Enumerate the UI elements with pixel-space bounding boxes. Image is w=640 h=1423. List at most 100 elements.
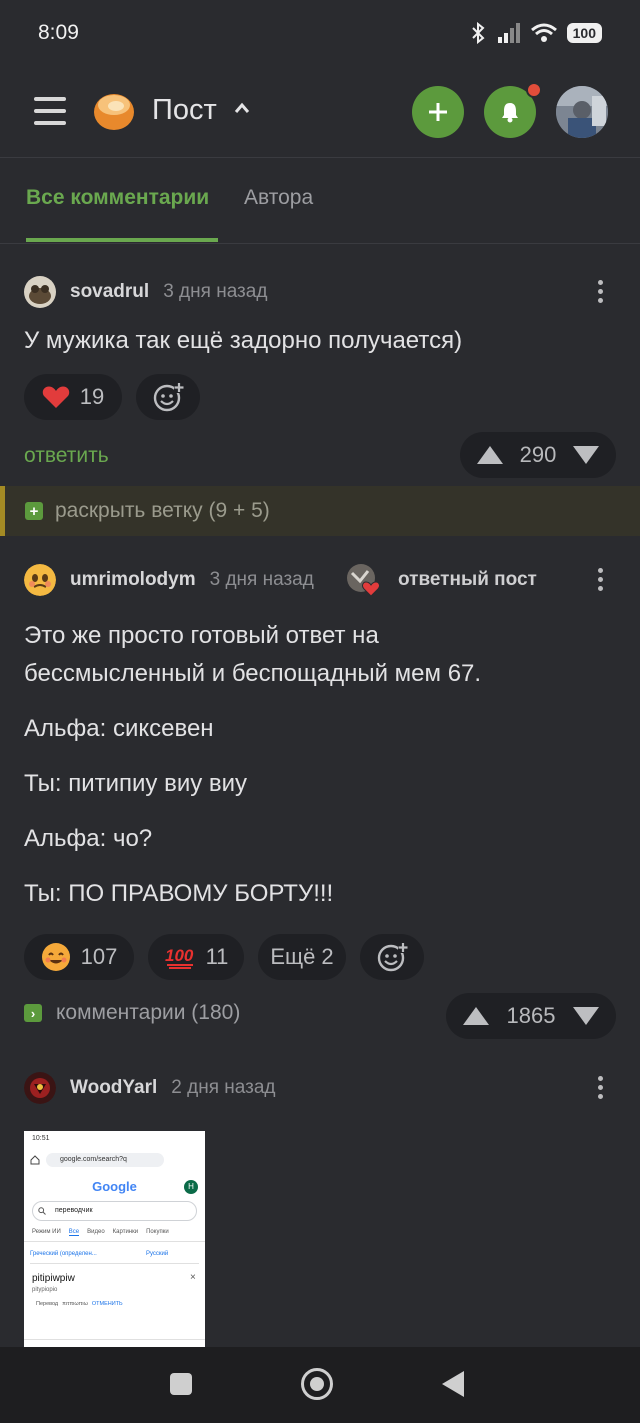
more-options-icon[interactable] [596, 280, 604, 308]
notification-badge [526, 82, 542, 98]
app-logo [94, 94, 134, 130]
comment-username[interactable]: WoodYarl [70, 1077, 157, 1099]
signal-icon [497, 23, 520, 43]
status-bar: 8:09 100 [0, 0, 640, 66]
upvote-icon[interactable] [462, 1006, 490, 1026]
active-tab-indicator [26, 238, 218, 242]
thumb-from-language: Греческий (определен... [30, 1251, 97, 1257]
tabs-divider [0, 243, 640, 244]
child-comments-link[interactable]: › комментарии (180) [24, 1001, 240, 1025]
avatar[interactable] [24, 1072, 56, 1104]
comment-line: Ты: ПО ПРАВОМУ БОРТУ!!! [24, 880, 334, 907]
comment-header: umrimolodym 3 дня назад [24, 562, 314, 598]
heart-icon [42, 386, 69, 408]
search-icon [38, 1207, 46, 1215]
add-reaction-button[interactable] [360, 934, 424, 980]
system-nav-bar [0, 1347, 640, 1423]
status-time: 8:09 [38, 21, 79, 44]
more-options-icon[interactable] [596, 568, 604, 596]
menu-icon[interactable] [34, 97, 66, 127]
thumb-search-box: переводчик [32, 1201, 197, 1221]
reply-link[interactable]: ответить [24, 444, 109, 468]
bell-icon [502, 103, 518, 123]
thumb-search-tabs: Режим ИИ Все Видео Картинки Покупки [32, 1229, 169, 1236]
answer-post-link[interactable]: ответный пост [346, 563, 537, 597]
reaction-count: 107 [80, 944, 118, 969]
reaction-count: 11 [205, 944, 229, 969]
avatar[interactable] [24, 276, 56, 308]
tab-author[interactable]: Автора [244, 186, 313, 210]
chevron-right-square-icon: › [24, 1004, 42, 1022]
user-avatar[interactable] [556, 86, 608, 138]
chevron-up-icon[interactable] [234, 102, 250, 114]
comment-timestamp: 2 дня назад [171, 1077, 276, 1098]
more-reactions-button[interactable]: Ещё 2 [258, 934, 346, 980]
comment-header: WoodYarl 2 дня назад [24, 1070, 275, 1106]
comment-timestamp: 3 дня назад [163, 281, 268, 302]
downvote-icon[interactable] [572, 1006, 600, 1026]
thumb-tab: Все [68, 1229, 80, 1236]
add-reaction-icon [153, 383, 184, 412]
reaction-hundred-button[interactable]: 100 11 [148, 934, 244, 980]
rating-value: 290 [519, 442, 557, 467]
hundred-points-icon: 100 [165, 946, 193, 969]
comment-text: Это же просто готовый ответ на бессмысле… [24, 617, 481, 913]
add-post-button[interactable] [412, 86, 464, 138]
thumb-hint-label: Перевод [36, 1301, 59, 1307]
add-reaction-icon [377, 943, 408, 972]
home-icon [30, 1155, 40, 1165]
bluetooth-icon [471, 22, 485, 44]
vote-widget: 1865 [446, 993, 616, 1039]
thumb-input-text: pitipiwpiw [32, 1273, 75, 1284]
plus-icon [429, 103, 447, 121]
thumb-tab: Режим ИИ [32, 1229, 61, 1235]
comment-image[interactable]: 10:51 google.com/search?q Google H перев… [24, 1131, 205, 1347]
thumb-tab: Покупки [146, 1229, 169, 1235]
smiling-face-icon [41, 943, 70, 971]
page-title[interactable]: Пост [152, 94, 217, 127]
thumb-tab: Видео [87, 1229, 105, 1235]
comment-header: sovadrul 3 дня назад [24, 274, 267, 310]
back-icon[interactable] [442, 1371, 464, 1397]
thumb-account-avatar: H [184, 1180, 198, 1194]
more-options-icon[interactable] [596, 1076, 604, 1104]
comment-line: Ты: питипиу виу виу [24, 770, 248, 797]
recent-apps-icon[interactable] [170, 1373, 192, 1395]
like-reaction-button[interactable]: 19 [24, 374, 122, 420]
vote-widget: 290 [460, 432, 616, 478]
thumb-tab: Картинки [112, 1229, 139, 1235]
comment-timestamp: 3 дня назад [209, 569, 314, 590]
comment-text: У мужика так ещё задорно получается) [24, 327, 463, 354]
avatar[interactable] [24, 564, 56, 596]
thumb-close-icon: × [190, 1272, 196, 1283]
expand-thread-label: раскрыть ветку (9 + 5) [55, 499, 270, 522]
tab-all-comments[interactable]: Все комментарии [26, 186, 209, 210]
plus-square-icon: + [25, 502, 43, 520]
add-reaction-button[interactable] [136, 374, 200, 420]
comment-line: бессмысленный и беспощадный мем 67. [24, 660, 482, 687]
expand-thread-bar[interactable]: + раскрыть ветку (9 + 5) [0, 486, 640, 536]
comment-tabs: Все комментарии Автора [0, 158, 640, 244]
reaction-smile-button[interactable]: 107 [24, 934, 134, 980]
thumb-to-language: Русский [146, 1251, 169, 1257]
comment-line: Альфа: чо? [24, 825, 153, 852]
rating-value: 1865 [506, 1003, 556, 1028]
more-reactions-label: Ещё 2 [270, 944, 334, 969]
thumb-hint: Перевод πιτπιωπιω ОТМЕНИТЬ [36, 1301, 123, 1307]
wifi-icon [530, 23, 557, 42]
thumb-hint-word: πιτπιωπιω [62, 1301, 88, 1307]
battery-indicator: 100 [566, 23, 602, 43]
thumb-url-bar: google.com/search?q [46, 1153, 164, 1167]
upvote-icon[interactable] [476, 445, 504, 465]
app-bar: Пост [0, 66, 640, 158]
downvote-icon[interactable] [572, 445, 600, 465]
child-comments-label: комментарии (180) [56, 1001, 241, 1024]
comment-username[interactable]: umrimolodym [70, 569, 196, 591]
thumb-translit: pitypiopio [32, 1287, 58, 1293]
home-icon[interactable] [301, 1368, 333, 1400]
comment-line: Альфа: сиксевен [24, 715, 214, 742]
comment-username[interactable]: sovadrul [70, 281, 149, 303]
notifications-button[interactable] [484, 82, 542, 138]
thumb-status-time: 10:51 [32, 1135, 50, 1142]
comment-line: Это же просто готовый ответ на [24, 622, 379, 649]
